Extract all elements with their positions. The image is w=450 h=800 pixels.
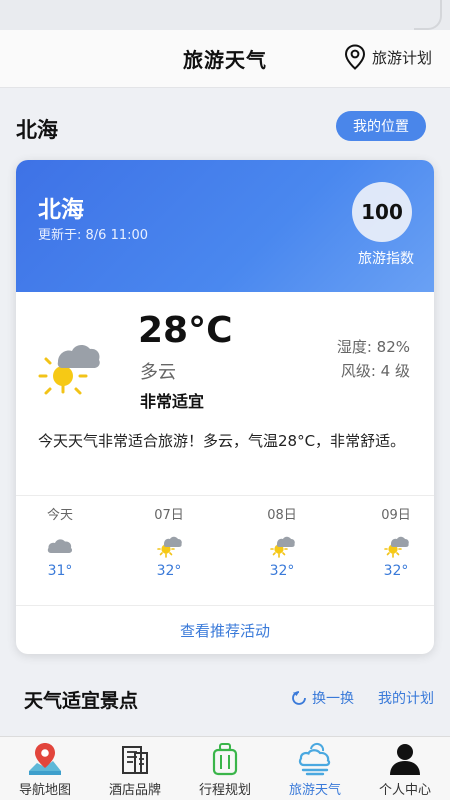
tab-label: 旅游天气 [288,783,341,798]
spots-title: 天气适宜景点 [24,690,139,712]
travel-index-badge: 100 [352,182,412,242]
view-activities-link[interactable]: 查看推荐活动 [16,606,434,654]
forecast-temp: 32° [383,563,409,579]
forecast-temp: 31° [47,563,73,579]
app-header: 旅游天气 旅游计划 [0,30,450,88]
travel-index-value: 100 [361,200,403,224]
tab-label: 个人中心 [378,783,431,798]
weather-card-header: 北海 更新于: 8/6 11:00 100 旅游指数 [16,160,434,292]
tab-profile[interactable]: 个人中心 [360,737,450,800]
card-city: 北海 [38,197,84,223]
forecast-temp: 32° [156,563,182,579]
weather-condition: 多云 [140,362,176,383]
person-icon [390,744,420,775]
page-title: 旅游天气 [183,48,267,72]
location-row: 北海 我的位置 [0,104,450,148]
forecast-temp: 32° [269,563,295,579]
refresh-button[interactable]: 换一换 [290,688,354,708]
partly-cloudy-icon [270,536,295,558]
location-pin-icon [344,44,365,70]
partly-cloudy-icon [384,536,409,558]
travel-suitability: 非常适宜 [140,392,205,411]
spots-section-header: 天气适宜景点 换一换 我的计划 [0,680,450,720]
tab-label: 酒店品牌 [108,783,161,798]
bottom-tab-bar: 导航地图 酒店品牌 行程规划 旅游天气 个人中心 [0,736,450,800]
travel-plan-label: 旅游计划 [371,48,432,67]
travel-index-label: 旅游指数 [358,251,414,267]
updated-time: 更新于: 8/6 11:00 [38,228,149,243]
tab-hotel-brands[interactable]: 酒店品牌 [90,737,180,800]
tab-navigation-map[interactable]: 导航地图 [0,737,90,800]
current-temperature: 28°C [138,310,233,351]
forecast-day: 07日 32° [139,504,199,579]
status-bar [0,0,450,30]
divider [16,495,434,496]
device-edge [414,0,442,30]
cloud-icon [47,539,73,553]
map-pin-icon [29,743,61,775]
forecast-day: 今天 31° [30,504,90,579]
travel-plan-button[interactable]: 旅游计划 [344,44,432,70]
refresh-icon [292,691,306,705]
partly-cloudy-icon [38,345,100,395]
forecast-date: 07日 [154,508,184,523]
current-city: 北海 [16,118,58,142]
forecast-day: 09日 32° [366,504,426,579]
tab-label: 导航地图 [18,783,71,798]
hotel-icon [122,746,148,774]
weather-description: 今天天气非常适合旅游！多云，气温28°C，非常舒适。 [38,432,406,450]
weather-card: 北海 更新于: 8/6 11:00 100 旅游指数 28°C 多云 非常适宜 … [16,160,434,654]
luggage-icon [212,743,238,776]
tab-travel-weather[interactable]: 旅游天气 [270,737,360,800]
weather-icon [298,742,331,776]
wind-level: 风级: 4 级 [340,362,410,380]
humidity: 湿度: 82% [336,338,410,356]
my-location-button[interactable]: 我的位置 [336,111,426,141]
forecast-date: 09日 [381,508,411,523]
tab-label: 行程规划 [198,783,251,798]
forecast-date: 08日 [267,508,297,523]
refresh-label: 换一换 [312,691,354,707]
forecast-day: 08日 32° [252,504,312,579]
my-plan-link[interactable]: 我的计划 [378,688,434,708]
tab-itinerary[interactable]: 行程规划 [180,737,270,800]
forecast-list: 今天 31° 07日 32° 08日 32° 09日 32° [16,504,434,599]
partly-cloudy-icon [157,536,182,558]
forecast-date: 今天 [46,508,73,523]
